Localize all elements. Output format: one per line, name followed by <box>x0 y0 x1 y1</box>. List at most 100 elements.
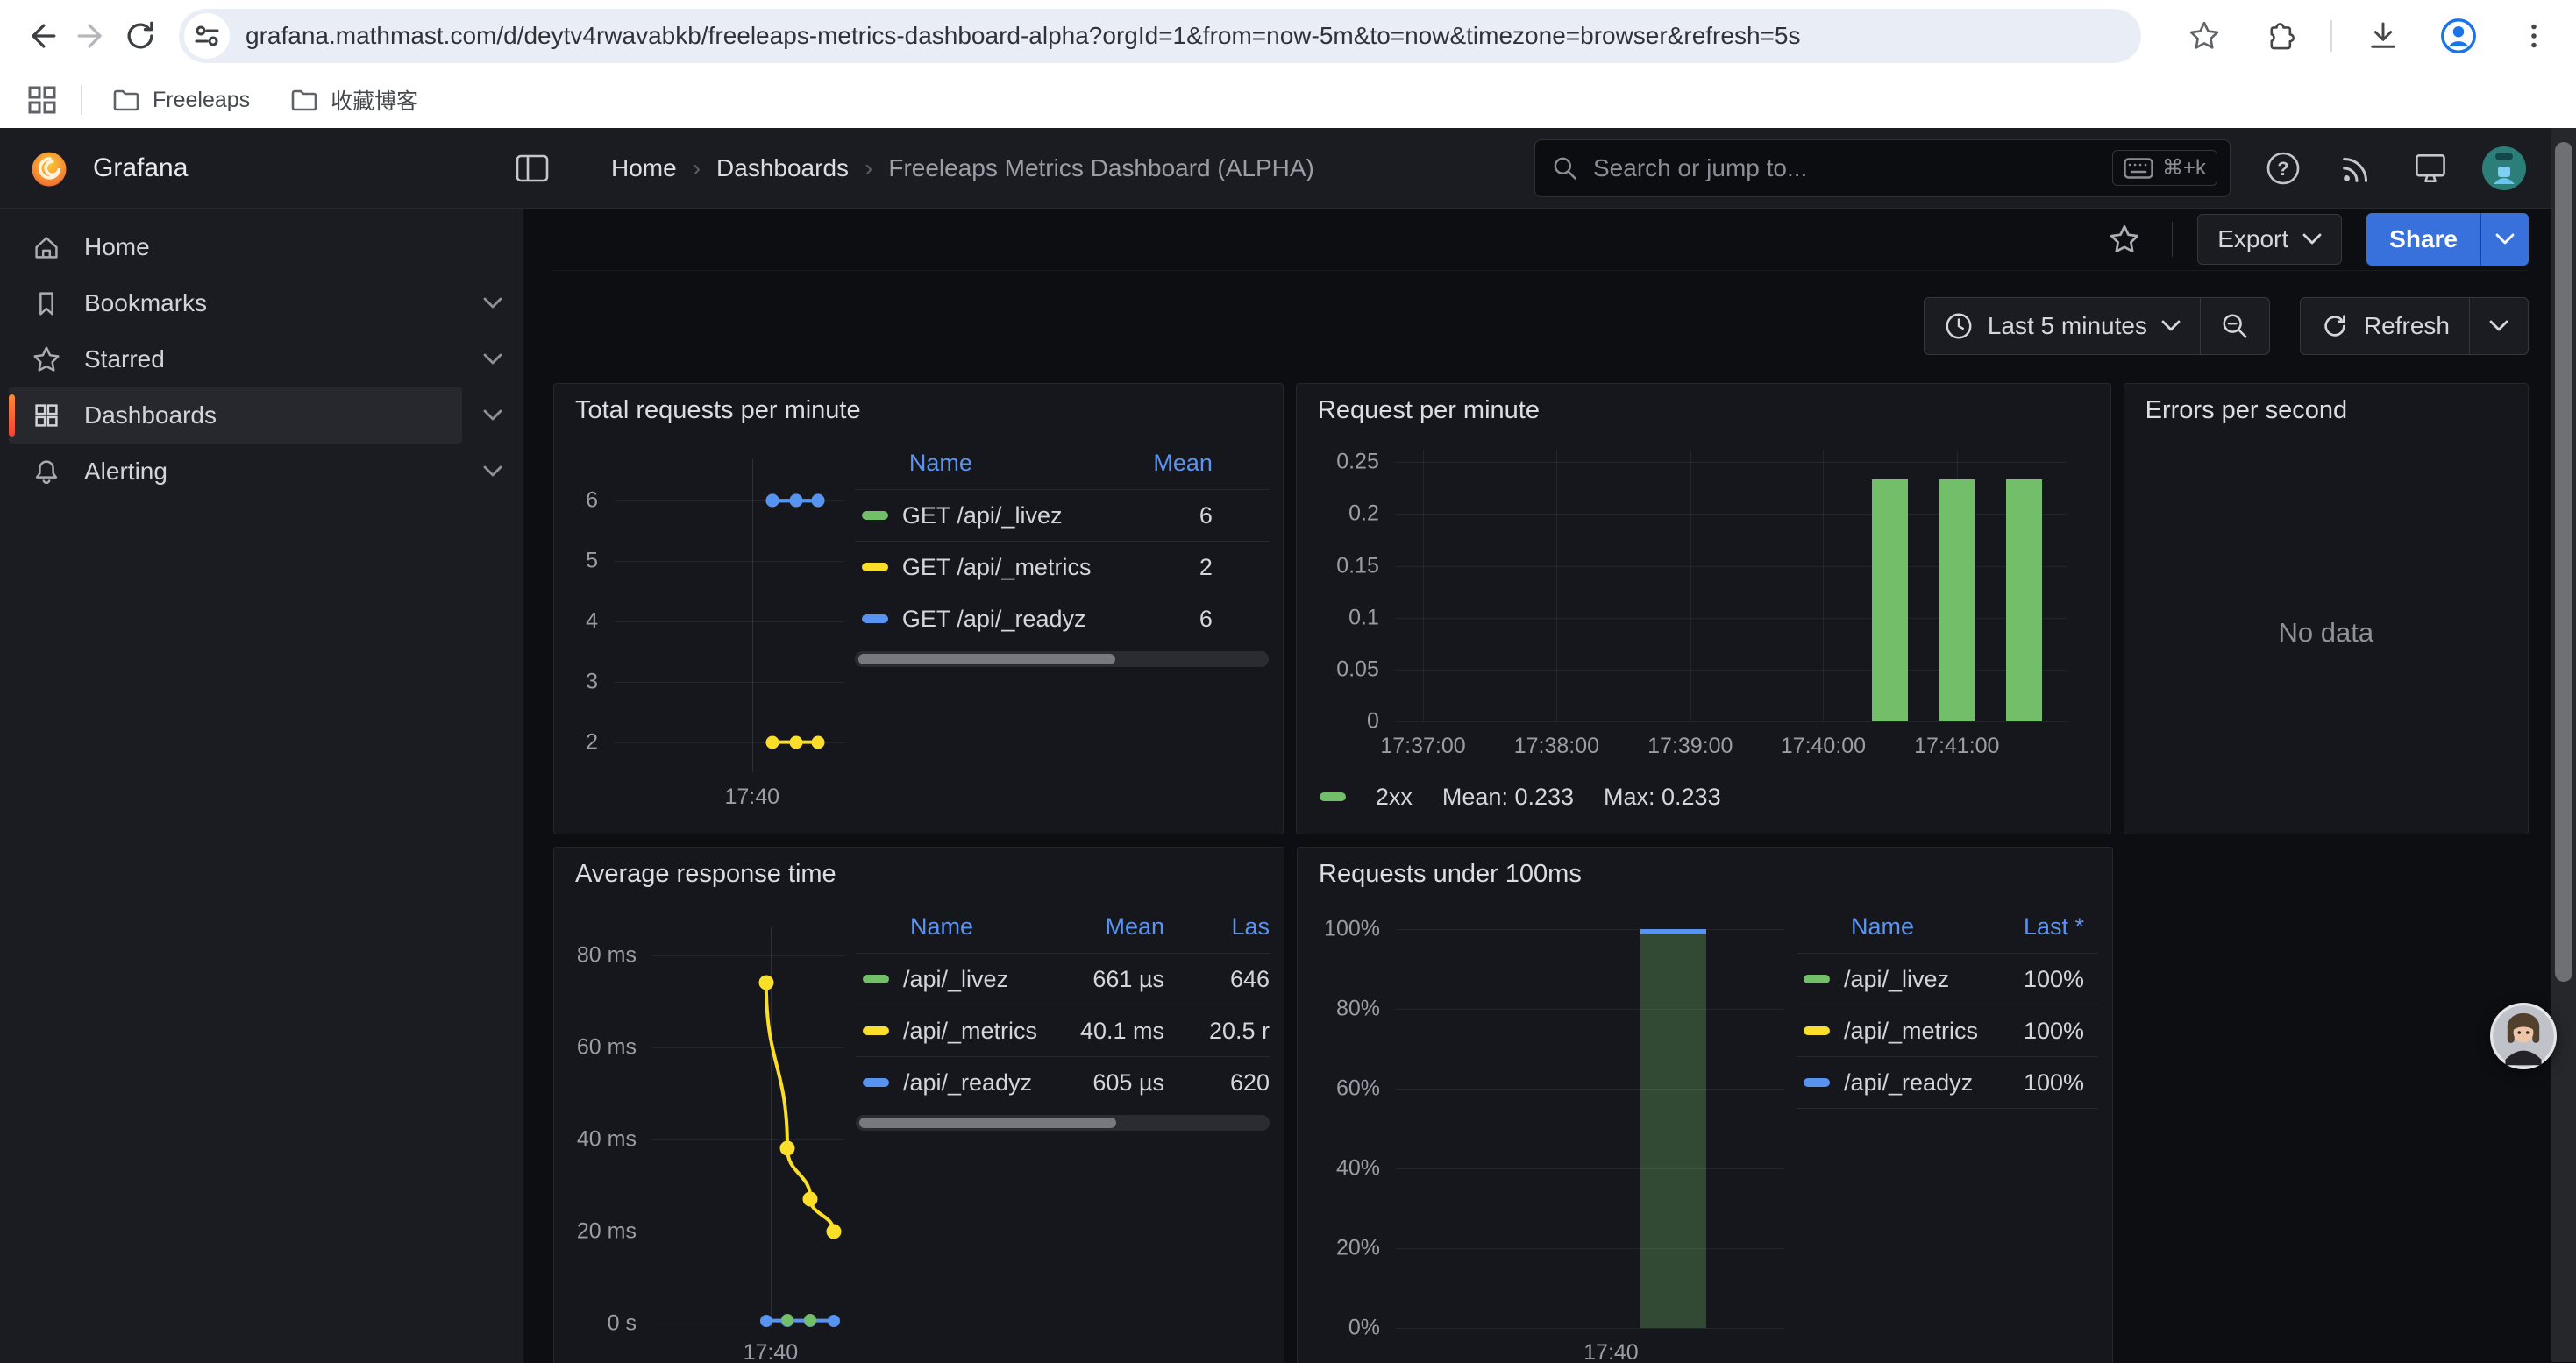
reload-button[interactable] <box>116 11 165 60</box>
legend-header-name[interactable]: Name <box>1851 913 1970 941</box>
sidebar-item-home[interactable]: Home <box>9 219 462 275</box>
under-100ms-chart[interactable]: 100%80%60%40%20%0%17:40 <box>1312 896 1797 1363</box>
legend-row[interactable]: /api/_readyz 605 µs 620 <box>856 1056 1270 1108</box>
avg-response-chart[interactable]: 80 ms60 ms40 ms20 ms0 s17:40 <box>568 896 856 1363</box>
page-scrollbar[interactable] <box>2551 128 2576 1362</box>
header-icons: ? <box>2260 146 2527 191</box>
download-icon <box>2365 18 2402 54</box>
bookmark-folder-freeleaps[interactable]: Freeleaps <box>102 82 260 118</box>
panel-title[interactable]: Average response time <box>554 848 1284 896</box>
chevron-down-icon[interactable] <box>483 297 502 309</box>
search-input[interactable] <box>1591 153 2100 183</box>
search-shortcut: ⌘+k <box>2112 150 2217 186</box>
legend-row[interactable]: /api/_metrics 40.1 ms 20.5 r <box>856 1005 1270 1056</box>
series-name[interactable]: GET /api/_livez <box>902 502 1107 529</box>
bookmark-page-button[interactable] <box>2180 11 2229 60</box>
zoom-out-button[interactable] <box>2200 298 2269 354</box>
share-split-button: Share <box>2366 213 2529 266</box>
legend-line[interactable]: 2xx Mean: 0.233 Max: 0.233 <box>1311 772 2096 821</box>
series-name[interactable]: /api/_readyz <box>903 1069 1015 1097</box>
panel-title[interactable]: Total requests per minute <box>554 384 1283 432</box>
series-name[interactable]: GET /api/_readyz <box>902 606 1107 633</box>
legend-header-last[interactable]: Las <box>1164 913 1270 941</box>
refresh-button[interactable]: Refresh <box>2301 298 2469 354</box>
series-name[interactable]: /api/_metrics <box>1844 1018 1970 1045</box>
help-button[interactable]: ? <box>2260 146 2306 191</box>
chevron-down-icon[interactable] <box>483 465 502 478</box>
user-avatar[interactable] <box>2481 146 2527 191</box>
export-button[interactable]: Export <box>2197 214 2342 265</box>
series-swatch <box>862 563 888 571</box>
forward-button[interactable] <box>67 11 116 60</box>
legend-row[interactable]: /api/_livez 100% <box>1797 953 2098 1005</box>
total-requests-chart[interactable]: 6543217:40 <box>568 432 855 821</box>
site-settings-button[interactable] <box>184 13 230 59</box>
chevron-down-icon[interactable] <box>483 409 502 422</box>
series-name[interactable]: /api/_metrics <box>903 1018 1015 1045</box>
legend-table: Name Mean GET /api/_livez 6 <box>855 432 1269 821</box>
legend-header-mean[interactable]: Mean <box>1015 913 1164 941</box>
series-name[interactable]: /api/_readyz <box>1844 1069 1970 1097</box>
legend-scrollbar-thumb[interactable] <box>858 654 1115 664</box>
share-menu-button[interactable] <box>2480 213 2529 266</box>
export-label: Export <box>2217 225 2288 253</box>
breadcrumb-dashboards[interactable]: Dashboards <box>716 154 849 182</box>
series-name[interactable]: /api/_livez <box>903 966 1015 993</box>
apps-button[interactable] <box>23 81 61 119</box>
monitor-icon <box>2411 149 2450 188</box>
downloads-button[interactable] <box>2359 11 2408 60</box>
header-main: Home › Dashboards › Freeleaps Metrics Da… <box>576 128 2576 208</box>
legend-row[interactable]: /api/_readyz 100% <box>1797 1056 2098 1109</box>
legend-header-name[interactable]: Name <box>910 913 1015 941</box>
breadcrumb: Home › Dashboards › Freeleaps Metrics Da… <box>611 154 1314 182</box>
breadcrumb-current: Freeleaps Metrics Dashboard (ALPHA) <box>888 154 1314 182</box>
browser-menu-button[interactable] <box>2509 11 2558 60</box>
favorite-dashboard-button[interactable] <box>2102 217 2147 262</box>
share-button[interactable]: Share <box>2366 213 2480 266</box>
sidebar-item-dashboards[interactable]: Dashboards <box>9 387 462 444</box>
kiosk-mode-button[interactable] <box>2408 146 2453 191</box>
panel-body: 80 ms60 ms40 ms20 ms0 s17:40 Name Mean L… <box>554 896 1284 1363</box>
bookmark-folder-blogs[interactable]: 收藏博客 <box>280 79 429 121</box>
sidebar-item-starred[interactable]: Starred <box>9 331 462 387</box>
series-name[interactable]: GET /api/_metrics <box>902 554 1107 581</box>
svg-text:?: ? <box>2277 158 2288 180</box>
sidebar-toggle-button[interactable] <box>515 153 550 183</box>
search-box[interactable]: ⌘+k <box>1534 139 2231 197</box>
request-per-minute-chart[interactable]: 0.250.20.150.10.05017:37:0017:38:0017:39… <box>1311 432 2096 772</box>
legend-scrollbar[interactable] <box>856 1115 1270 1131</box>
sidebar-item-bookmarks[interactable]: Bookmarks <box>9 275 462 331</box>
series-name[interactable]: /api/_livez <box>1844 966 1970 993</box>
profile-button[interactable] <box>2434 11 2483 60</box>
home-icon <box>9 231 84 264</box>
panel-title[interactable]: Request per minute <box>1297 384 2110 432</box>
time-range-picker[interactable]: Last 5 minutes <box>1925 298 2200 354</box>
legend-row[interactable]: GET /api/_readyz 6 <box>855 593 1269 644</box>
legend-header-name[interactable]: Name <box>909 450 1107 477</box>
series-last: 20.5 r <box>1164 1018 1270 1045</box>
legend-row[interactable]: GET /api/_livez 6 <box>855 489 1269 541</box>
search-icon <box>1551 154 1579 182</box>
refresh-interval-button[interactable] <box>2469 298 2528 354</box>
legend-row[interactable]: /api/_livez 661 µs 646 <box>856 953 1270 1005</box>
panel-title[interactable]: Requests under 100ms <box>1298 848 2112 896</box>
series-name[interactable]: 2xx <box>1376 784 1413 811</box>
bell-icon <box>9 455 84 488</box>
panel-title[interactable]: Errors per second <box>2124 384 2528 432</box>
chevron-down-icon[interactable] <box>483 353 502 366</box>
legend-row[interactable]: GET /api/_metrics 2 <box>855 541 1269 593</box>
legend-header-mean[interactable]: Mean <box>1107 450 1213 477</box>
breadcrumb-home[interactable]: Home <box>611 154 677 182</box>
news-button[interactable] <box>2334 146 2380 191</box>
sidebar-item-alerting[interactable]: Alerting <box>9 444 462 500</box>
legend-scrollbar-thumb[interactable] <box>859 1118 1116 1128</box>
address-bar[interactable]: grafana.mathmast.com/d/deytv4rwavabkb/fr… <box>179 9 2141 63</box>
brand-area: Grafana <box>0 128 576 208</box>
floating-assistant-avatar[interactable] <box>2490 1003 2557 1069</box>
extensions-button[interactable] <box>2255 11 2304 60</box>
page-scrollbar-thumb[interactable] <box>2555 142 2572 982</box>
legend-scrollbar[interactable] <box>855 651 1269 667</box>
legend-row[interactable]: /api/_metrics 100% <box>1797 1005 2098 1056</box>
legend-header-last[interactable]: Last * <box>1970 913 2084 941</box>
back-button[interactable] <box>18 11 67 60</box>
